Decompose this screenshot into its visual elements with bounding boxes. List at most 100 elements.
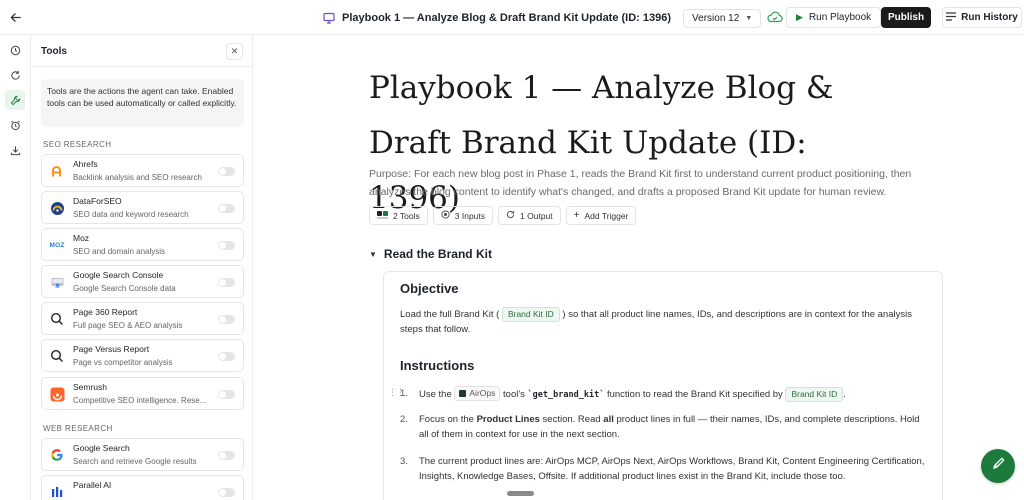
tool-toggle[interactable]: [218, 451, 235, 460]
brand-kit-id-tag[interactable]: Brand Kit ID: [501, 307, 560, 322]
tool-name: Semrush: [73, 382, 108, 392]
tool-toggle[interactable]: [218, 488, 235, 497]
tool-item-moz[interactable]: MOZ Moz SEO and domain analysis: [41, 228, 244, 261]
tool-name: Google Search: [73, 443, 130, 453]
back-arrow-icon[interactable]: [6, 8, 24, 26]
inputs-chip-label: 3 Inputs: [454, 210, 486, 221]
tool-description: Backlink analysis and SEO research: [73, 173, 202, 182]
scroll-handle[interactable]: [507, 491, 534, 496]
main-content: Playbook 1 — Analyze Blog & Draft Brand …: [253, 35, 1024, 500]
add-trigger-label: Add Trigger: [584, 210, 629, 221]
objective-heading: Objective: [400, 281, 459, 296]
tool-toggle[interactable]: [218, 390, 235, 399]
version-label: Version 12: [692, 12, 740, 24]
rail-tools-icon[interactable]: [5, 90, 25, 110]
tool-toggle[interactable]: [218, 241, 235, 250]
top-bar: Playbook 1 — Analyze Blog & Draft Brand …: [0, 0, 1024, 35]
semrush-logo-icon: [49, 386, 65, 402]
tools-chip[interactable]: 2 Tools: [369, 206, 428, 225]
objective-text-before: Load the full Brand Kit (: [400, 309, 500, 320]
tool-toggle[interactable]: [218, 204, 235, 213]
instruction-text: function to read the Brand Kit specified…: [606, 389, 783, 400]
publish-button[interactable]: Publish: [881, 7, 931, 28]
tool-item-parallel-ai[interactable]: Parallel AI: [41, 475, 244, 500]
tools-chip-icon: [377, 210, 388, 221]
magnifier-icon: [49, 348, 65, 364]
playbook-chips: 2 Tools 3 Inputs 1 Output + Add Trigger: [369, 206, 637, 225]
instruction-bold: Product Lines: [476, 414, 540, 425]
section-label-web-research: WEB RESEARCH: [43, 424, 113, 433]
tool-item-ahrefs[interactable]: Ahrefs Backlink analysis and SEO researc…: [41, 154, 244, 187]
objective-paragraph: Load the full Brand Kit ( Brand Kit ID )…: [400, 307, 925, 337]
purpose-text: Purpose: For each new blog post in Phase…: [369, 168, 912, 198]
output-chip-label: 1 Output: [520, 210, 553, 221]
brand-kit-id-tag[interactable]: Brand Kit ID: [785, 387, 844, 402]
tools-chip-label: 2 Tools: [393, 210, 420, 221]
parallel-ai-logo-icon: [49, 484, 65, 500]
collapse-triangle-icon[interactable]: ▼: [369, 250, 377, 259]
instruction-text: Focus on the: [419, 414, 474, 425]
rail-history-icon[interactable]: [5, 40, 25, 60]
cloud-saved-icon: [767, 10, 783, 24]
section-title: Read the Brand Kit: [383, 247, 492, 261]
tool-description: Google Search Console data: [73, 284, 176, 293]
run-history-label: Run History: [961, 12, 1018, 23]
tool-toggle[interactable]: [218, 352, 235, 361]
instruction-body: The current product lines are: AirOps MC…: [419, 456, 925, 482]
tool-item-google-search-console[interactable]: Google Search Console Google Search Cons…: [41, 265, 244, 298]
inputs-chip[interactable]: 3 Inputs: [432, 206, 494, 225]
tool-item-page-versus-report[interactable]: Page Versus Report Page vs competitor an…: [41, 339, 244, 372]
output-chip[interactable]: 1 Output: [498, 206, 561, 225]
instructions-heading: Instructions: [400, 358, 475, 373]
instruction-body: Use the AirOps tool's `get_brand_kit` fu…: [419, 386, 929, 403]
pen-icon: [991, 456, 1006, 476]
section-label-seo-research: SEO RESEARCH: [43, 140, 112, 149]
list-icon: [946, 11, 957, 24]
run-playbook-button[interactable]: ▶ Run Playbook: [786, 7, 882, 28]
dataforseo-logo-icon: [49, 200, 65, 216]
playbook-title: Playbook 1 — Analyze Blog & Draft Brand …: [342, 12, 672, 24]
instruction-body: Focus on the Product Lines section. Read…: [419, 412, 929, 442]
tool-item-google-search[interactable]: Google Search Search and retrieve Google…: [41, 438, 244, 471]
tool-description: Search and retrieve Google results: [73, 457, 197, 466]
airops-tool-chip[interactable]: AirOps: [454, 386, 501, 401]
left-icon-rail: [0, 35, 31, 500]
rail-alarm-icon[interactable]: [5, 115, 25, 135]
instruction-text: Use the: [419, 389, 452, 400]
airops-logo-icon: [459, 390, 467, 397]
tool-item-semrush[interactable]: Semrush Competitive SEO intelligence. Re…: [41, 377, 244, 410]
chevron-down-icon: ▼: [745, 14, 753, 22]
tool-name: Page Versus Report: [73, 344, 150, 354]
tool-name: Google Search Console: [73, 270, 164, 280]
version-dropdown[interactable]: Version 12 ▼: [683, 8, 762, 28]
rail-refresh-icon[interactable]: [5, 65, 25, 85]
tool-item-page-360-report[interactable]: Page 360 Report Full page SEO & AEO anal…: [41, 302, 244, 335]
rail-download-icon[interactable]: [5, 140, 25, 160]
playbook-title-group: Playbook 1 — Analyze Blog & Draft Brand …: [322, 8, 762, 28]
tool-description: Page vs competitor analysis: [73, 358, 173, 367]
run-playbook-label: Run Playbook: [808, 12, 872, 23]
section-read-brand-kit[interactable]: ▼ Read the Brand Kit: [369, 247, 492, 261]
ahrefs-logo-icon: [49, 163, 65, 179]
edit-fab-button[interactable]: [981, 449, 1015, 483]
search-console-logo-icon: [49, 274, 65, 290]
instruction-text: .: [843, 389, 846, 400]
run-history-button[interactable]: Run History: [942, 7, 1022, 28]
tool-description: SEO data and keyword research: [73, 210, 189, 219]
instruction-number: 3.: [400, 456, 408, 467]
add-trigger-button[interactable]: + Add Trigger: [565, 206, 637, 225]
google-logo-icon: [49, 447, 65, 463]
tool-toggle[interactable]: [218, 315, 235, 324]
tool-name: Moz: [73, 233, 90, 243]
tool-name: Page 360 Report: [73, 307, 138, 317]
playbook-icon: [322, 11, 336, 25]
airops-chip-label: AirOps: [469, 388, 496, 398]
close-icon[interactable]: ✕: [226, 43, 243, 60]
tool-toggle[interactable]: [218, 167, 235, 176]
plus-icon: +: [573, 209, 580, 221]
tools-description: Tools are the actions the agent can take…: [41, 79, 244, 127]
tool-name: DataForSEO: [73, 196, 122, 206]
tool-toggle[interactable]: [218, 278, 235, 287]
magnifier-icon: [49, 311, 65, 327]
tool-item-dataforseo[interactable]: DataForSEO SEO data and keyword research: [41, 191, 244, 224]
